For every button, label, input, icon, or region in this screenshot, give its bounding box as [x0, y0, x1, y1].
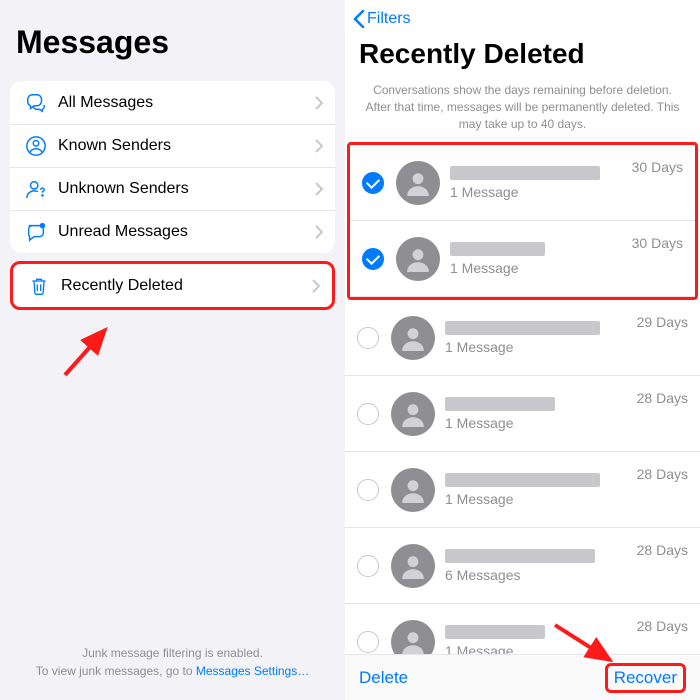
conversation-info: 6 Messages [445, 549, 637, 583]
days-remaining: 28 Days [637, 542, 688, 558]
filter-label: All Messages [50, 94, 315, 112]
days-remaining: 28 Days [637, 466, 688, 482]
selected-items-highlight: 1 Message 30 Days 1 Message 30 Days [347, 142, 698, 300]
chevron-right-icon [315, 139, 323, 153]
avatar-icon [391, 392, 435, 436]
select-checkbox[interactable] [362, 172, 384, 194]
delete-button[interactable]: Delete [359, 668, 408, 688]
contact-name-redacted [450, 242, 545, 256]
chevron-right-icon [315, 225, 323, 239]
select-checkbox[interactable] [357, 555, 379, 577]
person-question-icon [22, 178, 50, 200]
filter-unread-messages[interactable]: Unread Messages [10, 210, 335, 253]
conversation-item[interactable]: 1 Message 30 Days [350, 221, 695, 297]
conversation-item[interactable]: 6 Messages 28 Days [345, 528, 700, 604]
recently-deleted-group: Recently Deleted [10, 261, 335, 310]
back-button[interactable]: Filters [345, 0, 700, 34]
message-count: 1 Message [445, 491, 637, 507]
info-text: Conversations show the days remaining be… [345, 78, 700, 142]
filter-known-senders[interactable]: Known Senders [10, 124, 335, 167]
filters-group: All Messages Known Senders Unknown Sende… [10, 81, 335, 253]
messages-settings-link[interactable]: Messages Settings… [196, 664, 309, 678]
recently-deleted-pane: Filters Recently Deleted Conversations s… [345, 0, 700, 700]
chevron-right-icon [315, 182, 323, 196]
back-label: Filters [367, 10, 411, 28]
filter-all-messages[interactable]: All Messages [10, 81, 335, 124]
message-count: 1 Message [445, 339, 637, 355]
contact-name-redacted [445, 321, 600, 335]
avatar-icon [396, 161, 440, 205]
filter-label: Unknown Senders [50, 180, 315, 198]
person-circle-icon [22, 135, 50, 157]
select-checkbox[interactable] [357, 403, 379, 425]
unread-bubble-icon [22, 221, 50, 243]
avatar-icon [396, 237, 440, 281]
page-title: Recently Deleted [345, 34, 700, 78]
footer-line2: To view junk messages, go to [36, 664, 196, 678]
conversations-list: 1 Message 30 Days 1 Message 30 Days 1 Me… [345, 142, 700, 680]
message-count: 6 Messages [445, 567, 637, 583]
filter-unknown-senders[interactable]: Unknown Senders [10, 167, 335, 210]
select-checkbox[interactable] [362, 248, 384, 270]
days-remaining: 28 Days [637, 390, 688, 406]
recover-highlight: Recover [605, 663, 686, 693]
messages-filters-pane: Messages All Messages Known Senders [0, 0, 345, 700]
filter-label: Unread Messages [50, 223, 315, 241]
avatar-icon [391, 316, 435, 360]
conversation-item[interactable]: 1 Message 30 Days [350, 145, 695, 221]
contact-name-redacted [445, 397, 555, 411]
days-remaining: 30 Days [632, 159, 683, 175]
annotation-arrow-icon [60, 320, 120, 380]
days-remaining: 29 Days [637, 314, 688, 330]
message-count: 1 Message [450, 184, 632, 200]
message-count: 1 Message [450, 260, 632, 276]
bottom-toolbar: Delete Recover [345, 654, 700, 700]
filter-label: Known Senders [50, 137, 315, 155]
chevron-right-icon [315, 96, 323, 110]
conversation-item[interactable]: 1 Message 28 Days [345, 376, 700, 452]
avatar-icon [391, 544, 435, 588]
conversation-info: 1 Message [450, 166, 632, 200]
trash-icon [25, 275, 53, 297]
conversation-item[interactable]: 1 Message 29 Days [345, 300, 700, 376]
filter-recently-deleted[interactable]: Recently Deleted [13, 264, 332, 307]
footer-line1: Junk message filtering is enabled. [82, 646, 263, 660]
footer-text: Junk message filtering is enabled. To vi… [0, 644, 345, 680]
avatar-icon [391, 468, 435, 512]
filter-label: Recently Deleted [53, 277, 312, 295]
chevron-left-icon [353, 10, 365, 28]
days-remaining: 30 Days [632, 235, 683, 251]
conversation-item[interactable]: 1 Message 28 Days [345, 452, 700, 528]
message-count: 1 Message [445, 415, 637, 431]
page-title: Messages [0, 0, 345, 73]
contact-name-redacted [445, 473, 600, 487]
select-checkbox[interactable] [357, 631, 379, 653]
contact-name-redacted [445, 625, 545, 639]
conversation-info: 1 Message [445, 321, 637, 355]
conversation-info: 1 Message [445, 397, 637, 431]
chat-bubbles-icon [22, 92, 50, 114]
select-checkbox[interactable] [357, 327, 379, 349]
contact-name-redacted [450, 166, 600, 180]
select-checkbox[interactable] [357, 479, 379, 501]
conversation-info: 1 Message [450, 242, 632, 276]
chevron-right-icon [312, 279, 320, 293]
days-remaining: 28 Days [637, 618, 688, 634]
conversation-info: 1 Message [445, 473, 637, 507]
contact-name-redacted [445, 549, 595, 563]
recover-button[interactable]: Recover [614, 668, 677, 688]
